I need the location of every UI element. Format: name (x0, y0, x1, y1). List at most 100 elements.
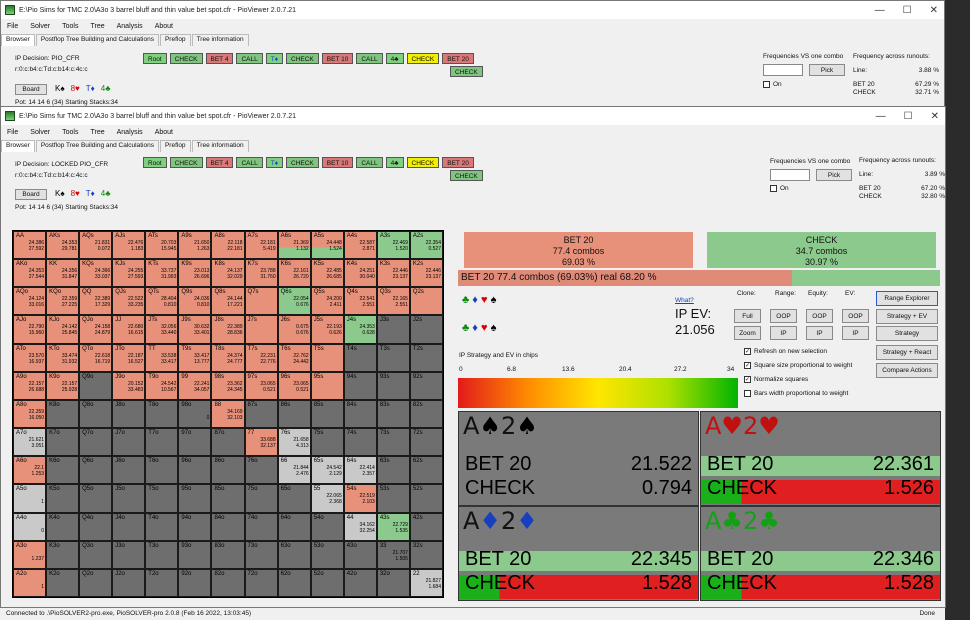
hand-cell[interactable]: 62s (409, 456, 443, 485)
hand-cell[interactable]: KQo 22.359 27.225 (46, 287, 80, 316)
hand-cell[interactable]: K8o (46, 399, 80, 429)
heart-icon[interactable]: ♥ (481, 294, 488, 306)
hand-cell[interactable]: 52o (310, 568, 344, 597)
hand-cell[interactable]: 43o (343, 540, 377, 569)
hand-cell[interactable]: 86o (211, 456, 245, 485)
hand-cell[interactable]: T7s 22.231 22.776 (244, 343, 278, 372)
hand-cell[interactable]: A8o 22.359 16.050 (13, 399, 47, 429)
hand-cell[interactable]: A3s 22.469 1.520 (376, 231, 410, 260)
menu-analysis[interactable]: Analysis (117, 129, 143, 136)
strategy-react-button[interactable]: Strategy + React (876, 345, 938, 360)
menu-about[interactable]: About (155, 129, 173, 136)
compare-actions-button[interactable]: Compare Actions (876, 363, 938, 378)
combo-input[interactable] (770, 169, 810, 181)
hand-cell[interactable]: 87s (244, 399, 278, 429)
hand-cell[interactable]: 42o (343, 568, 377, 597)
hand-cell[interactable]: A6o 22.1 1.253 (13, 456, 47, 485)
hand-cell[interactable]: 42s (409, 512, 443, 541)
strategy-button[interactable]: Strategy (876, 326, 938, 341)
hand-cell[interactable]: 84s (343, 399, 377, 429)
hand-cell[interactable]: K8s 24.137 32.029 (211, 259, 245, 288)
hand-cell[interactable]: KJo 24.142 25.845 (46, 315, 80, 344)
hand-cell[interactable]: 98s 23.362 24.345 (211, 371, 245, 400)
pick-button[interactable]: Pick (809, 64, 845, 76)
combo-quadrant[interactable]: A♣2♣ BET 20 22.346 CHECK 1.528 (700, 506, 941, 601)
hand-cell[interactable]: A6s 21.369 1.132 (277, 231, 311, 260)
hand-cell[interactable]: 84o (211, 512, 245, 541)
square-size-checkbox[interactable]: ✓ Square size proportional to weight (744, 362, 852, 369)
menu-about[interactable]: About (155, 23, 173, 30)
checkbox[interactable] (744, 390, 751, 397)
hand-cell[interactable]: QJo 24.158 24.879 (79, 315, 113, 344)
hand-cell[interactable]: QTo 22.618 16.719 (79, 343, 113, 372)
minimize-icon[interactable]: — (875, 5, 885, 16)
full-button[interactable]: Full (734, 309, 761, 323)
checkbox[interactable] (763, 81, 770, 88)
board-button[interactable]: Board (15, 84, 47, 95)
hand-cell[interactable]: 52s (409, 484, 443, 513)
hand-cell[interactable]: K3o (46, 540, 80, 569)
crumb-check[interactable]: CHECK (406, 53, 440, 64)
board-button[interactable]: Board (15, 189, 47, 200)
close-icon[interactable]: ✕ (930, 5, 938, 16)
heart-icon[interactable]: ♥ (481, 322, 488, 334)
hand-cell[interactable]: Q7s (244, 287, 278, 316)
crumb-card[interactable]: 4♣ (385, 53, 404, 64)
hand-cell[interactable]: K5s 22.485 26.685 (310, 259, 344, 288)
hand-cell[interactable]: 62o (277, 568, 311, 597)
hand-cell[interactable]: 88 34.169 32.103 (211, 399, 245, 429)
hand-cell[interactable]: K9o 22.157 25.928 (46, 371, 80, 400)
hand-cell[interactable]: 72s (409, 428, 443, 457)
combo-quadrant[interactable]: A♠2♠ BET 20 21.522 CHECK 0.794 (458, 411, 699, 506)
hand-cell[interactable]: ATs 20.703 15.945 (145, 231, 179, 260)
hand-cell[interactable]: T7o (145, 428, 179, 457)
hand-cell[interactable]: 73o (244, 540, 278, 569)
hand-cell[interactable]: 53s (376, 484, 410, 513)
menu-file[interactable]: File (7, 23, 18, 30)
hand-cell[interactable]: 65s 24.542 2.129 (310, 456, 344, 485)
hand-cell[interactable]: J9o 20.152 33.483 (112, 371, 146, 400)
hand-cell[interactable]: Q9s 24.036 0.810 (178, 287, 212, 316)
menu-solver[interactable]: Solver (30, 129, 50, 136)
hand-cell[interactable]: A3o 1.237 (13, 540, 47, 569)
hand-cell[interactable]: A8s 22.118 22.181 (211, 231, 245, 260)
hand-cell[interactable]: K4o (46, 512, 80, 541)
hand-cell[interactable]: 95s (310, 371, 344, 400)
hand-cell[interactable]: A9s 21.650 1.263 (178, 231, 212, 260)
hand-cell[interactable]: A5s 24.448 1.524 (310, 231, 344, 260)
tab-tree-info[interactable]: Tree information (191, 34, 249, 46)
hand-cell[interactable]: K6o (46, 456, 80, 485)
hand-cell[interactable]: T8s 24.374 24.777 (211, 343, 245, 372)
hand-cell[interactable]: Q8s 24.144 17.221 (211, 287, 245, 316)
hand-cell[interactable]: T5o (145, 484, 179, 513)
menu-file[interactable]: File (7, 129, 18, 136)
crumb-child-check[interactable]: CHECK (450, 66, 483, 77)
club-icon[interactable]: ♣ (462, 294, 469, 306)
minimize-icon[interactable]: — (876, 111, 886, 122)
hand-cell[interactable]: 63s (376, 456, 410, 485)
menu-tree[interactable]: Tree (90, 23, 104, 30)
club-icon[interactable]: ♣ (462, 322, 469, 334)
hand-cell[interactable]: J3s (376, 315, 410, 344)
hand-cell[interactable]: K7o (46, 428, 80, 457)
on-checkbox[interactable]: On (763, 81, 782, 88)
hand-cell[interactable]: 87o (211, 428, 245, 457)
hand-cell[interactable]: K9s 23.013 26.696 (178, 259, 212, 288)
crumb-call[interactable]: CALL (236, 53, 263, 64)
equity-ip-button[interactable]: IP (806, 326, 833, 340)
crumb-check[interactable]: CHECK (406, 157, 440, 168)
hand-cell[interactable]: T3o (145, 540, 179, 569)
normalize-checkbox[interactable]: ✓ Normalize squares (744, 376, 808, 383)
bars-width-checkbox[interactable]: Bars width proportional to weight (744, 390, 848, 397)
hand-cell[interactable]: Q9o (79, 371, 113, 400)
strategy-ev-button[interactable]: Strategy + EV (876, 309, 938, 324)
checkbox[interactable]: ✓ (744, 376, 751, 383)
crumb-root[interactable]: Root (143, 53, 167, 64)
crumb-root[interactable]: Root (143, 157, 167, 168)
hand-cell[interactable]: 92s (409, 371, 443, 400)
hand-cell[interactable]: 32o (376, 568, 410, 597)
menu-analysis[interactable]: Analysis (117, 23, 143, 30)
hand-cell[interactable]: T6s 22.762 24.442 (277, 343, 311, 372)
hand-cell[interactable]: T3s (376, 343, 410, 372)
check-summary-box[interactable]: CHECK 34.7 combos 30.97 % (707, 232, 936, 268)
